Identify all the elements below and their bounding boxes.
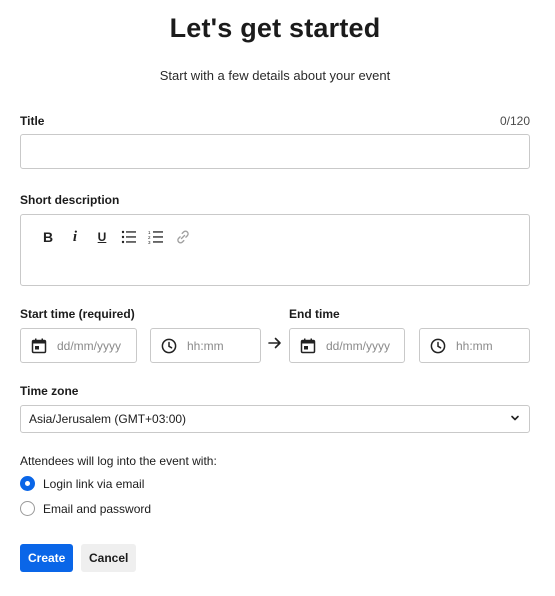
page-subtitle: Start with a few details about your even… <box>159 68 391 83</box>
end-time-placeholder: hh:mm <box>456 338 493 353</box>
start-date-placeholder: dd/mm/yyyy <box>57 338 122 353</box>
login-option-email-link[interactable]: Login link via email <box>20 476 144 491</box>
start-time-placeholder: hh:mm <box>187 338 224 353</box>
login-option-email-password[interactable]: Email and password <box>20 501 151 516</box>
italic-button[interactable]: i <box>64 227 86 247</box>
bullet-list-icon <box>121 230 136 244</box>
end-time-label: End time <box>289 307 340 321</box>
start-date-input[interactable]: dd/mm/yyyy <box>20 328 137 363</box>
radio-button-unselected[interactable] <box>20 501 35 516</box>
description-editor[interactable]: B i U 1 2 3 <box>20 214 530 286</box>
svg-text:3: 3 <box>148 240 151 244</box>
start-time-input[interactable]: hh:mm <box>150 328 261 363</box>
title-label: Title <box>20 114 45 128</box>
description-label: Short description <box>20 193 120 207</box>
chevron-down-icon <box>510 412 520 426</box>
link-button[interactable] <box>172 227 194 247</box>
timezone-label: Time zone <box>20 384 79 398</box>
bold-button[interactable]: B <box>37 227 59 247</box>
underline-button[interactable]: U <box>91 227 113 247</box>
calendar-icon <box>300 338 316 354</box>
timezone-select[interactable]: Asia/Jerusalem (GMT+03:00) <box>20 405 530 433</box>
start-time-label: Start time (required) <box>20 307 135 321</box>
numbered-list-icon: 1 2 3 <box>148 230 163 244</box>
page-title: Let's get started <box>169 13 381 43</box>
login-method-label: Attendees will log into the event with: <box>20 454 217 468</box>
clock-icon <box>430 338 446 354</box>
radio-button-selected[interactable] <box>20 476 35 491</box>
title-char-counter: 0/120 <box>499 114 530 128</box>
create-button[interactable]: Create <box>20 544 74 572</box>
end-time-input[interactable]: hh:mm <box>419 328 530 363</box>
calendar-icon <box>31 338 47 354</box>
cancel-button[interactable]: Cancel <box>81 544 137 572</box>
clock-icon <box>161 338 177 354</box>
arrow-right-icon <box>268 336 282 355</box>
login-option-label: Email and password <box>43 501 152 516</box>
link-icon <box>177 230 189 244</box>
rich-text-toolbar: B i U 1 2 3 <box>37 227 199 247</box>
numbered-list-button[interactable]: 1 2 3 <box>145 227 167 247</box>
login-option-label: Login link via email <box>43 476 145 491</box>
end-date-placeholder: dd/mm/yyyy <box>326 338 391 353</box>
bullet-list-button[interactable] <box>118 227 140 247</box>
timezone-selected-value: Asia/Jerusalem (GMT+03:00) <box>29 412 187 426</box>
end-date-input[interactable]: dd/mm/yyyy <box>289 328 405 363</box>
title-input[interactable] <box>20 134 530 169</box>
